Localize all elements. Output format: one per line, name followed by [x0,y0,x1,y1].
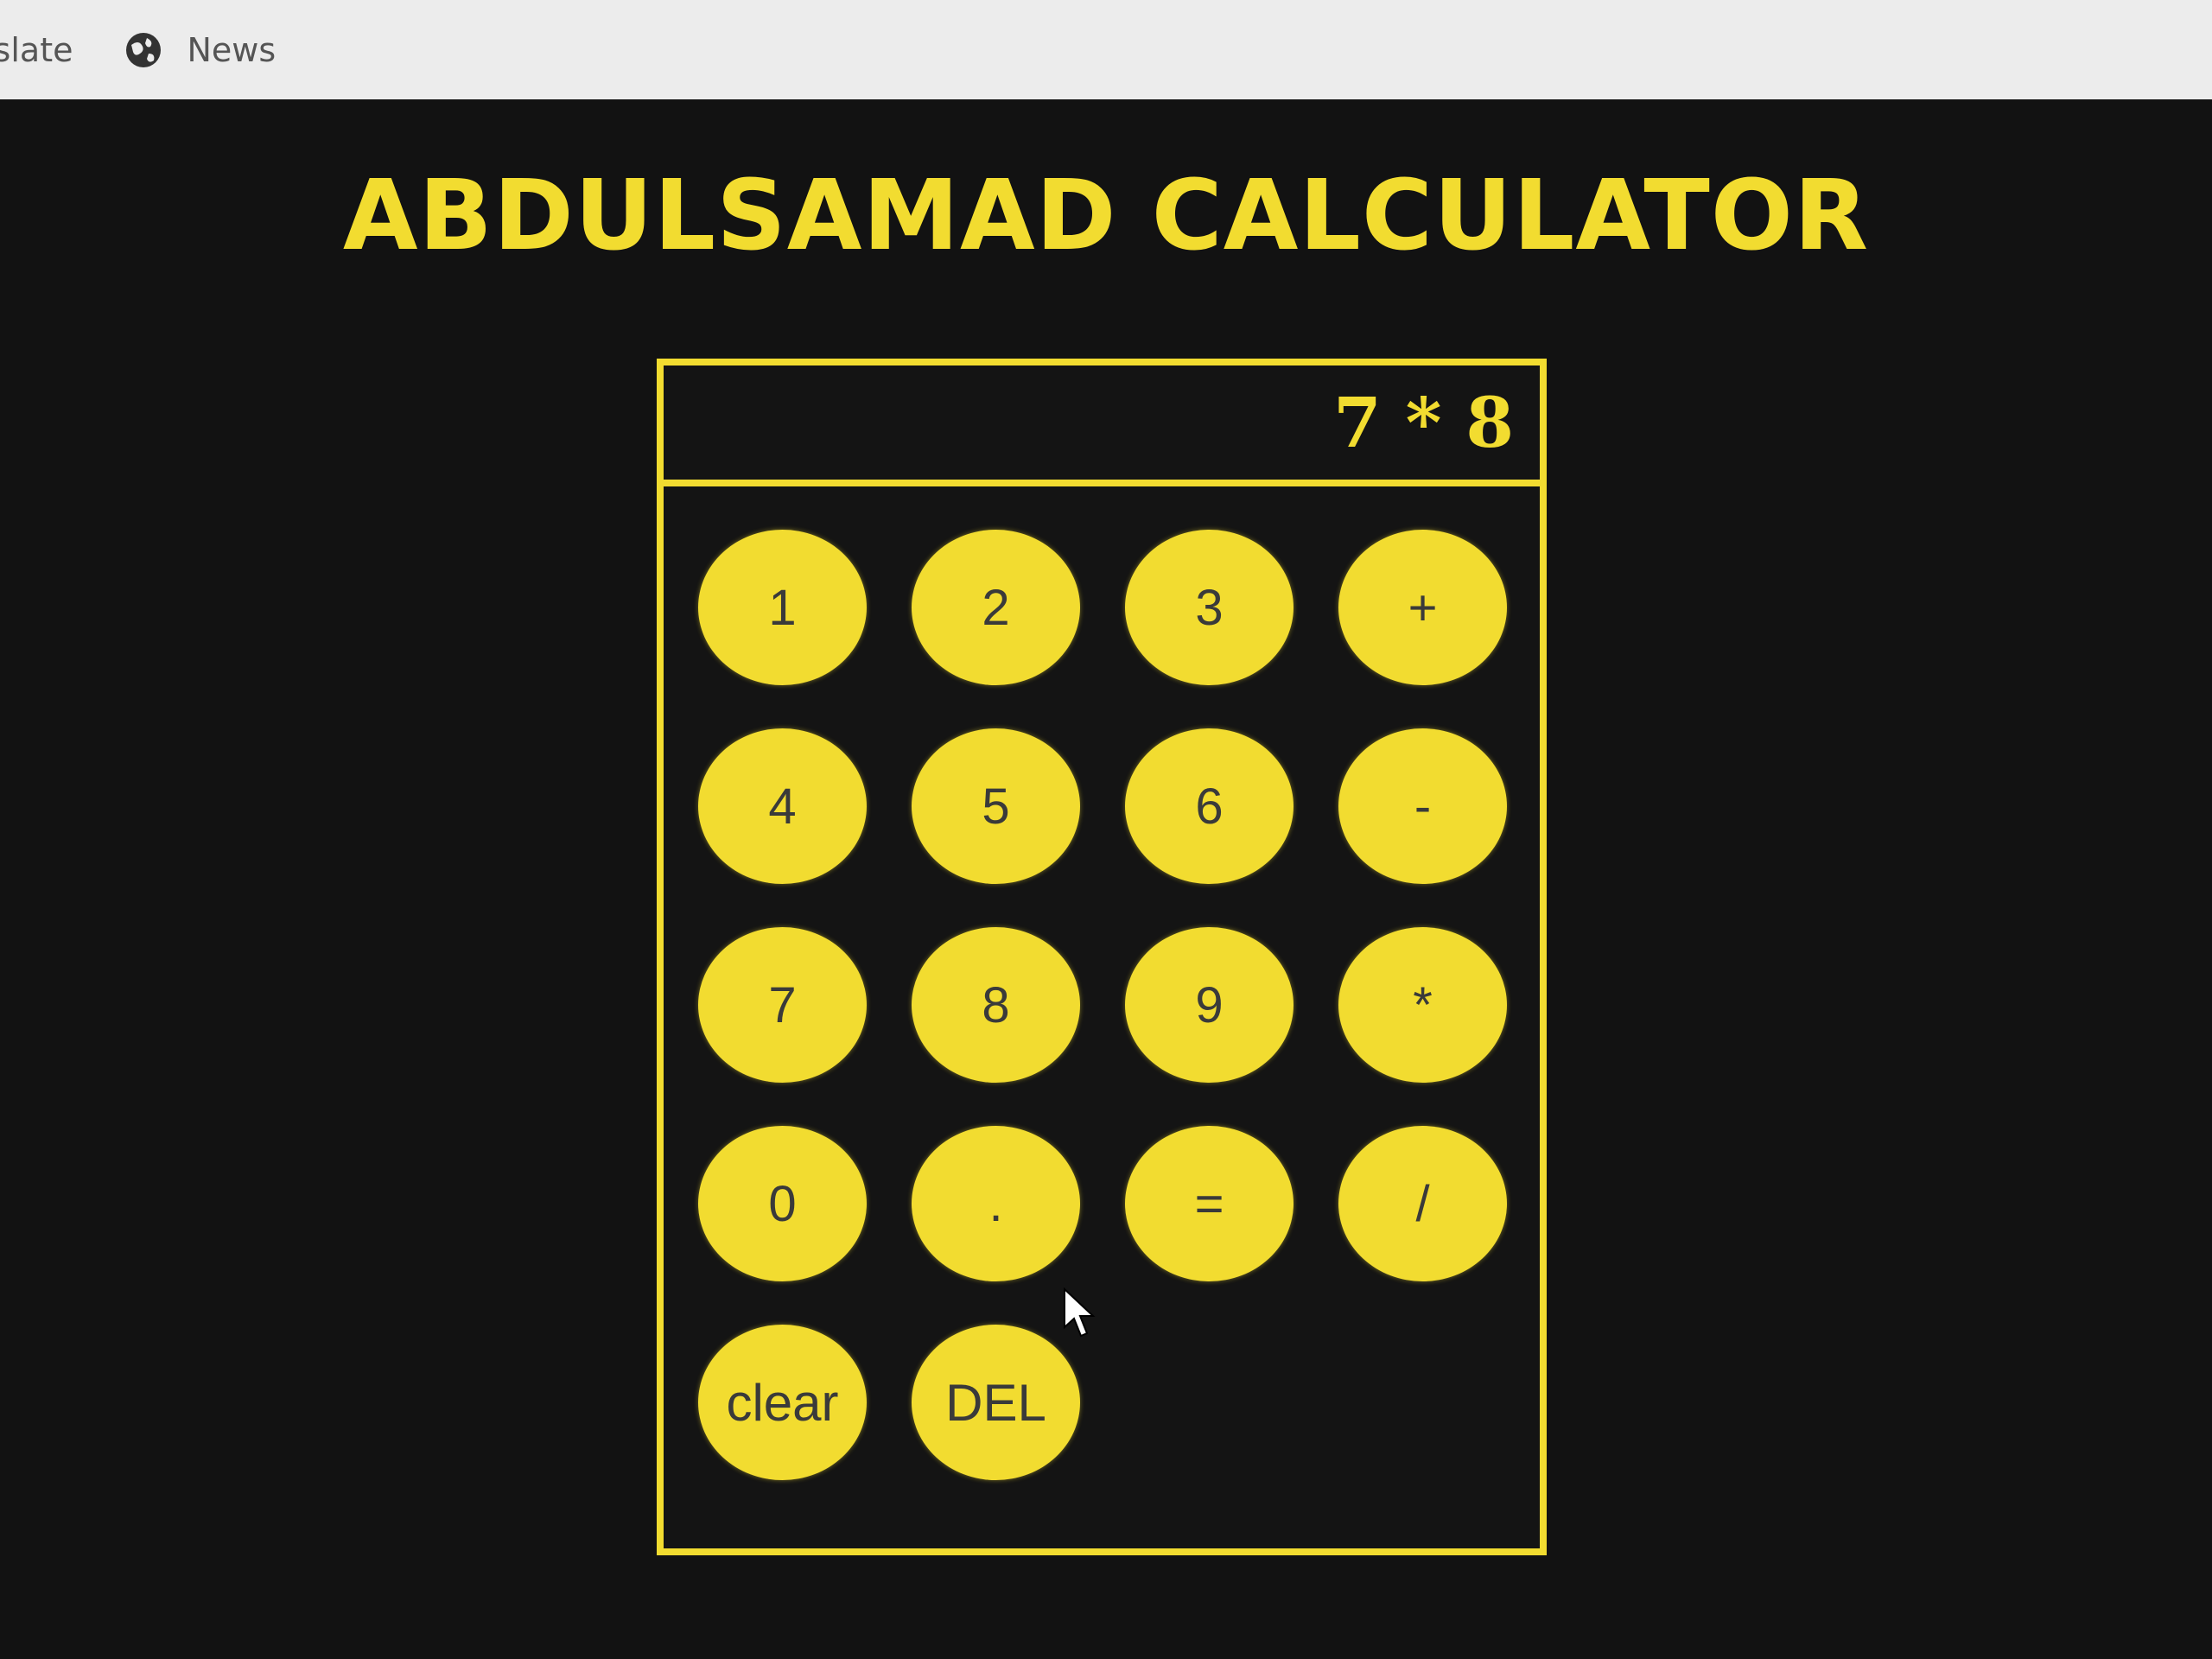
key-7[interactable]: 7 [698,927,867,1083]
page-content: ABDULSAMAD CALCULATOR 7 * 8 1 2 3 + 4 5 … [0,99,2212,1659]
bookmark-label: News [187,30,276,69]
bookmark-translate[interactable]: islate [0,31,73,69]
key-minus[interactable]: - [1338,728,1507,884]
mouse-pointer-icon [1063,1287,1097,1339]
clear-button[interactable]: clear [698,1325,867,1480]
key-plus[interactable]: + [1338,530,1507,685]
key-6[interactable]: 6 [1125,728,1294,884]
key-4[interactable]: 4 [698,728,867,884]
key-decimal[interactable]: . [912,1126,1080,1281]
bookmarks-bar: islate News [0,0,2212,99]
calculator-display: 7 * 8 [664,365,1540,486]
bookmark-label: islate [0,30,73,69]
key-2[interactable]: 2 [912,530,1080,685]
key-multiply[interactable]: * [1338,927,1507,1083]
page-title: ABDULSAMAD CALCULATOR [342,160,1870,272]
key-8[interactable]: 8 [912,927,1080,1083]
delete-button[interactable]: DEL [912,1325,1080,1480]
key-3[interactable]: 3 [1125,530,1294,685]
key-9[interactable]: 9 [1125,927,1294,1083]
key-divide[interactable]: / [1338,1126,1507,1281]
key-equals[interactable]: = [1125,1126,1294,1281]
key-5[interactable]: 5 [912,728,1080,884]
calculator: 7 * 8 1 2 3 + 4 5 6 - 7 8 9 * 0 . = / cl… [657,359,1547,1555]
keypad: 1 2 3 + 4 5 6 - 7 8 9 * 0 . = / clear DE… [698,530,1528,1480]
bookmark-news[interactable]: News [124,31,276,69]
globe-icon [124,31,162,69]
key-1[interactable]: 1 [698,530,867,685]
key-0[interactable]: 0 [698,1126,867,1281]
